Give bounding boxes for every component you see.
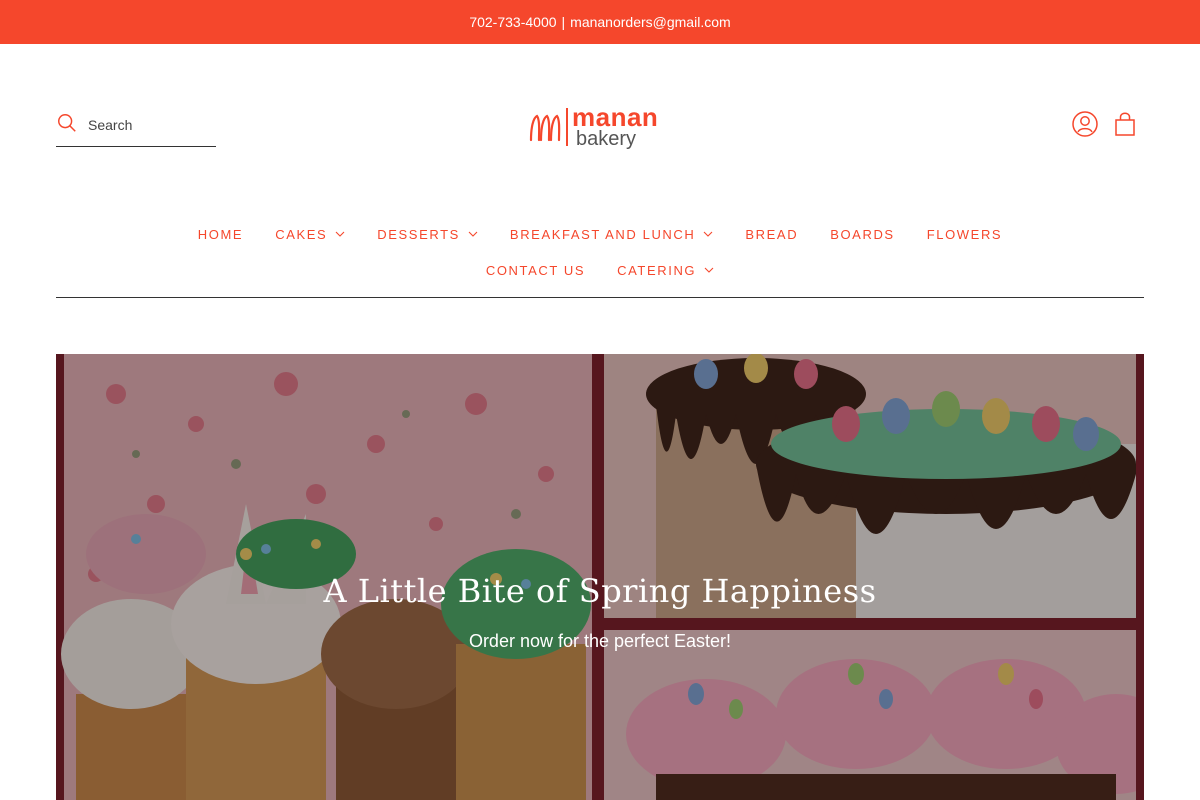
phone-link[interactable]: 702-733-4000 [469, 14, 556, 30]
chevron-down-icon [704, 231, 713, 237]
main-navigation: HOME CAKES DESSERTS BREAKFAST AND LUNCH … [56, 218, 1144, 298]
account-icon[interactable] [1071, 110, 1099, 138]
logo-word-manan: manan [572, 102, 659, 132]
chevron-down-icon [335, 231, 345, 237]
search-input[interactable] [88, 117, 208, 133]
nav-item-label: CONTACT US [485, 262, 586, 278]
nav-item-desserts[interactable]: DESSERTS [377, 227, 478, 242]
nav-item-label: DESSERTS [377, 226, 460, 242]
nav-item-home[interactable]: HOME [198, 227, 243, 242]
nav-item-contact-us[interactable]: CONTACT US [486, 263, 585, 278]
hero-title: A Little Bite of Spring Happiness [323, 572, 877, 610]
nav-item-label: BREAD [745, 226, 799, 242]
hero-banner[interactable]: A Little Bite of Spring Happiness Order … [56, 354, 1144, 800]
nav-row-1: HOME CAKES DESSERTS BREAKFAST AND LUNCH … [56, 218, 1144, 250]
hero-subtitle: Order now for the perfect Easter! [468, 631, 732, 651]
nav-item-label: BOARDS [830, 226, 895, 242]
nav-item-label: BREAKFAST AND LUNCH [509, 226, 696, 242]
nav-item-label: CATERING [617, 262, 697, 278]
logo-word-bakery: bakery [576, 128, 637, 150]
nav-item-label: HOME [197, 226, 244, 242]
announcement-bar: 702-733-4000 | mananorders@gmail.com [0, 0, 1200, 44]
search-bar [56, 104, 216, 147]
announcement-separator: | [561, 14, 566, 30]
logo-divider [566, 108, 568, 146]
nav-item-flowers[interactable]: FLOWERS [927, 227, 1002, 242]
search-icon[interactable] [56, 112, 78, 139]
nav-item-catering[interactable]: CATERING [617, 263, 714, 278]
nav-item-label: FLOWERS [926, 226, 1003, 242]
nav-item-label: CAKES [275, 226, 328, 242]
chevron-down-icon [704, 267, 714, 273]
nav-item-bread[interactable]: BREAD [745, 227, 798, 242]
nav-item-cakes[interactable]: CAKES [275, 227, 345, 242]
nav-row-2: CONTACT US CATERING [56, 254, 1144, 286]
cart-icon[interactable] [1111, 110, 1139, 138]
logo-mark [529, 114, 561, 142]
chevron-down-icon [468, 231, 478, 237]
logo[interactable]: manan bakery [528, 104, 676, 152]
email-link[interactable]: mananorders@gmail.com [570, 14, 731, 30]
logo-text: manan bakery [572, 104, 658, 149]
nav-item-boards[interactable]: BOARDS [830, 227, 895, 242]
nav-item-breakfast-and-lunch[interactable]: BREAKFAST AND LUNCH [510, 227, 713, 242]
